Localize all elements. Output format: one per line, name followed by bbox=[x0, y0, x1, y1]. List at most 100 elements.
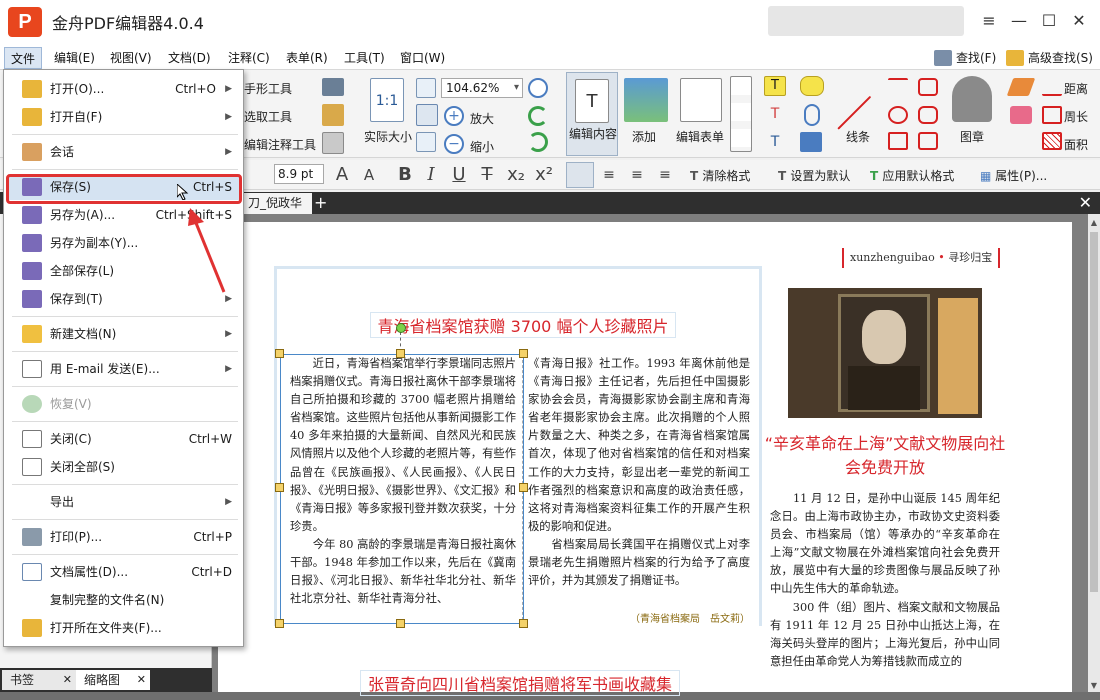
fit-page-icon[interactable] bbox=[416, 78, 436, 98]
font-size-select[interactable]: 8.9 pt bbox=[274, 164, 324, 184]
zoom-in-icon[interactable]: + bbox=[444, 106, 464, 126]
close-tab-button[interactable]: ✕ bbox=[1079, 192, 1092, 214]
select-tool[interactable]: 选取工具 bbox=[244, 108, 292, 125]
add-label[interactable]: 添加 bbox=[632, 128, 656, 145]
attachment-icon[interactable] bbox=[804, 104, 820, 126]
menu-document[interactable]: 文档(D) bbox=[162, 47, 217, 69]
resize-handle-t[interactable] bbox=[396, 349, 405, 358]
area-label[interactable]: 面积 bbox=[1064, 136, 1088, 153]
typewriter-icon[interactable]: T bbox=[764, 76, 786, 96]
justify-icon[interactable]: ≡ bbox=[654, 162, 676, 188]
headline-1[interactable]: 青海省档案馆获赠 3700 幅个人珍藏照片 bbox=[370, 312, 676, 338]
headline-2[interactable]: “辛亥革命在上海”文献文物展向社会免费开放 bbox=[760, 432, 1010, 480]
resize-handle-br[interactable] bbox=[519, 619, 528, 628]
add-image-icon[interactable] bbox=[624, 78, 668, 122]
align-left-button[interactable] bbox=[566, 162, 594, 188]
zoom-out-label[interactable]: 缩小 bbox=[470, 138, 494, 155]
resize-handle-tr[interactable] bbox=[519, 349, 528, 358]
bold-icon[interactable]: B bbox=[394, 162, 416, 188]
edit-annotation-tool[interactable]: 编辑注释工具 bbox=[244, 136, 316, 153]
snapshot-icon[interactable] bbox=[322, 78, 344, 96]
menu-item-copy-filename[interactable]: 复制完整的文件名(N) bbox=[8, 587, 240, 613]
menu-item-close[interactable]: 关闭(C) Ctrl+W bbox=[8, 426, 240, 452]
resize-handle-tl[interactable] bbox=[275, 349, 284, 358]
apply-default-button[interactable]: T 应用默认格式 bbox=[870, 167, 954, 184]
perimeter-label[interactable]: 周长 bbox=[1064, 108, 1088, 125]
properties-button[interactable]: ▦ 属性(P)... bbox=[980, 167, 1047, 184]
zoom-in-label[interactable]: 放大 bbox=[470, 110, 494, 127]
edit-form-icon[interactable] bbox=[680, 78, 722, 122]
clipboard-icon[interactable] bbox=[322, 104, 344, 126]
grow-font-icon[interactable]: A bbox=[330, 162, 354, 188]
polygon-icon[interactable] bbox=[918, 78, 938, 96]
menu-item-email[interactable]: 用 E-mail 发送(E)... ▶ bbox=[8, 356, 240, 382]
rotate-handle[interactable] bbox=[396, 323, 406, 333]
rectangle-icon[interactable] bbox=[888, 132, 908, 150]
resize-handle-b[interactable] bbox=[396, 619, 405, 628]
zoom-select[interactable]: 104.62% bbox=[441, 78, 523, 98]
actual-size-icon[interactable]: 1:1 bbox=[370, 78, 404, 122]
headline-3[interactable]: 张晋奇向四川省档案馆捐赠将军书画收藏集 bbox=[360, 670, 680, 696]
menu-item-open[interactable]: 打开(O)... Ctrl+O ▶ bbox=[8, 76, 240, 102]
tab-bookmarks[interactable]: 书签 ✕ bbox=[2, 670, 76, 690]
pentagon-icon[interactable] bbox=[918, 106, 938, 124]
eraser-icon[interactable] bbox=[1010, 106, 1032, 124]
distance-label[interactable]: 距离 bbox=[1064, 80, 1088, 97]
scroll-down-icon[interactable]: ▼ bbox=[1088, 681, 1100, 690]
find-button[interactable]: 查找(F) bbox=[934, 47, 996, 69]
tab-thumbnails[interactable]: 缩略图 ✕ bbox=[76, 670, 150, 690]
underline-icon[interactable]: U bbox=[448, 162, 470, 188]
article-2-body[interactable]: 11 月 12 日，是孙中山诞辰 145 周年纪念日。由上海市政协主办，市政协文… bbox=[770, 490, 1000, 690]
menu-comment[interactable]: 注释(C) bbox=[222, 47, 276, 69]
arrow-icon[interactable] bbox=[888, 78, 908, 96]
menu-form[interactable]: 表单(R) bbox=[280, 47, 334, 69]
resize-handle-bl[interactable] bbox=[275, 619, 284, 628]
menu-tools[interactable]: 工具(T) bbox=[338, 47, 391, 69]
resize-handle-l[interactable] bbox=[275, 483, 284, 492]
stamp-icon[interactable] bbox=[952, 76, 992, 122]
menu-item-open-folder[interactable]: 打开所在文件夹(F)... bbox=[8, 615, 240, 641]
clear-format-button[interactable]: T 清除格式 bbox=[690, 167, 750, 184]
shrink-font-icon[interactable]: A bbox=[358, 162, 380, 188]
subscript-icon[interactable]: x₂ bbox=[504, 162, 528, 188]
zoom-in-small-icon[interactable] bbox=[528, 78, 548, 98]
selection-box[interactable] bbox=[280, 354, 524, 624]
set-default-button[interactable]: T 设置为默认 bbox=[778, 167, 850, 184]
distance-icon[interactable] bbox=[1042, 78, 1062, 96]
ellipse-icon[interactable] bbox=[888, 106, 908, 124]
line-icon[interactable] bbox=[837, 95, 872, 130]
vertical-scrollbar[interactable]: ▲ ▼ bbox=[1088, 214, 1100, 692]
resize-handle-r[interactable] bbox=[519, 483, 528, 492]
menu-icon[interactable]: ≡ bbox=[976, 10, 1002, 32]
document-icon[interactable] bbox=[322, 132, 344, 154]
pencil-icon[interactable] bbox=[1006, 78, 1036, 96]
rotate-left-icon[interactable] bbox=[528, 106, 548, 126]
menu-item-document-properties[interactable]: 文档属性(D)... Ctrl+D bbox=[8, 559, 240, 585]
rotate-right-icon[interactable] bbox=[528, 132, 548, 152]
menu-item-export[interactable]: 导出 ▶ bbox=[8, 489, 240, 515]
close-icon[interactable]: ✕ bbox=[63, 670, 72, 690]
menu-item-close-all[interactable]: 关闭全部(S) bbox=[8, 454, 240, 480]
fit-visible-icon[interactable] bbox=[416, 132, 436, 152]
menu-item-print[interactable]: 打印(P)... Ctrl+P bbox=[8, 524, 240, 550]
menu-edit[interactable]: 编辑(E) bbox=[48, 47, 101, 69]
cloud-icon[interactable] bbox=[918, 132, 938, 150]
menu-item-session[interactable]: 会话 ▶ bbox=[8, 139, 240, 165]
italic-icon[interactable]: I bbox=[420, 162, 442, 188]
actual-size-label[interactable]: 实际大小 bbox=[364, 128, 412, 145]
article-1-col-2[interactable]: 《青海日报》社工作。1993 年离休前他是《青海日报》主任记者，先后担任中国摄影… bbox=[528, 355, 750, 610]
close-icon[interactable]: ✕ bbox=[137, 670, 146, 690]
edit-form-label[interactable]: 编辑表单 bbox=[676, 128, 724, 145]
superscript-icon[interactable]: x² bbox=[532, 162, 556, 188]
align-center-icon[interactable]: ≡ bbox=[598, 162, 620, 188]
fit-width-icon[interactable] bbox=[416, 104, 438, 126]
line-label[interactable]: 线条 bbox=[846, 128, 870, 145]
advanced-find-button[interactable]: 高级查找(S) bbox=[1006, 47, 1093, 69]
scrollbar-thumb[interactable] bbox=[1090, 232, 1098, 592]
menu-file[interactable]: 文件 bbox=[4, 47, 43, 69]
hand-tool[interactable]: 手形工具 bbox=[244, 80, 292, 97]
sound-icon[interactable] bbox=[800, 132, 822, 152]
strikethrough-icon[interactable]: T bbox=[476, 162, 498, 188]
text-field-icons[interactable] bbox=[730, 76, 752, 152]
menu-view[interactable]: 视图(V) bbox=[104, 47, 158, 69]
